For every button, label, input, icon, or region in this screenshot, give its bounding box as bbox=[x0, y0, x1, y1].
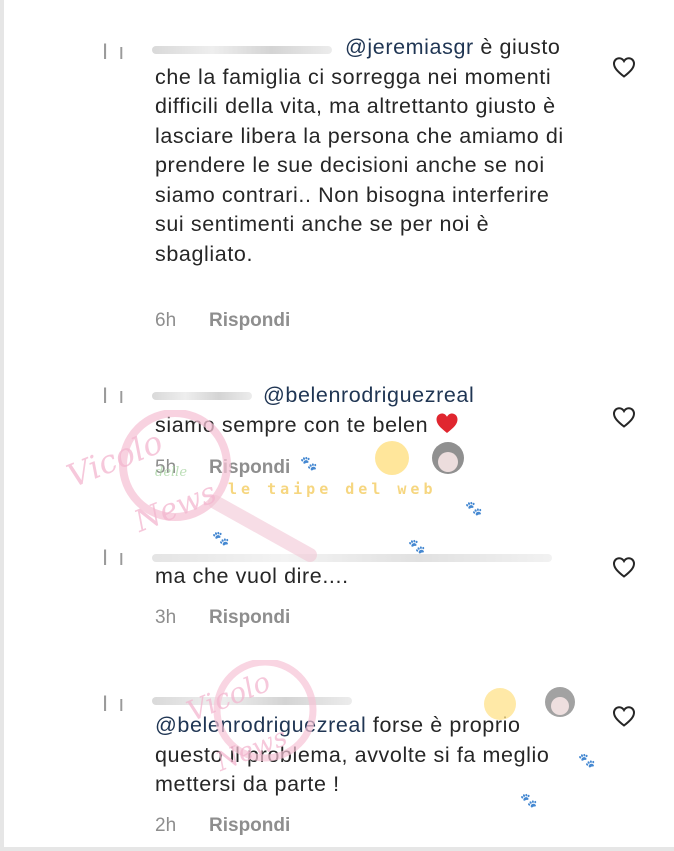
paw-icon: 🐾 bbox=[465, 500, 483, 516]
paw-icon: 🐾 bbox=[520, 792, 538, 808]
username-redacted bbox=[152, 554, 552, 562]
reply-button[interactable]: Rispondi bbox=[209, 607, 290, 628]
comment-text: @belenrodriguezreal bbox=[155, 381, 575, 411]
watermark-text: Vicolo bbox=[61, 422, 168, 496]
bottom-border bbox=[0, 847, 674, 851]
comment-meta: 3h Rispondi bbox=[155, 605, 290, 631]
watermark-banner: le taipe del web bbox=[228, 480, 437, 498]
comment-time: 5h bbox=[155, 457, 177, 478]
like-heart-icon[interactable] bbox=[612, 705, 636, 727]
comment-time: 2h bbox=[155, 815, 177, 836]
comment-meta: 6h Rispondi bbox=[155, 308, 290, 334]
paw-icon: 🐾 bbox=[300, 455, 318, 471]
like-heart-icon[interactable] bbox=[612, 406, 636, 428]
mention-link[interactable]: @jeremiasgr bbox=[345, 35, 474, 59]
comment-text: @belenrodriguezreal forse è proprio ques… bbox=[155, 711, 575, 800]
paw-icon: 🐾 bbox=[578, 752, 596, 768]
avatar: I ı bbox=[102, 545, 127, 570]
paw-icon: 🐾 bbox=[408, 538, 426, 554]
comment-time: 6h bbox=[155, 310, 177, 331]
comment-meta: 5h Rispondi bbox=[155, 455, 290, 481]
watermark-character-icon bbox=[370, 436, 480, 485]
mention-link[interactable]: @belenrodriguezreal bbox=[155, 713, 366, 737]
reply-button[interactable]: Rispondi bbox=[209, 815, 290, 836]
comment-text-line: siamo sempre con te belen bbox=[155, 411, 575, 443]
reply-button[interactable]: Rispondi bbox=[209, 310, 290, 331]
comment-body: ma che vuol dire.... bbox=[155, 564, 349, 588]
left-border bbox=[0, 0, 4, 851]
comment-body: siamo sempre con te belen bbox=[155, 413, 429, 437]
comment-body: è giusto che la famiglia ci sorregga nei… bbox=[155, 35, 564, 266]
like-heart-icon[interactable] bbox=[612, 56, 636, 78]
red-heart-emoji-icon bbox=[435, 412, 459, 443]
avatar: I ı bbox=[102, 383, 127, 408]
reply-button[interactable]: Rispondi bbox=[209, 457, 290, 478]
avatar: I ı bbox=[102, 691, 127, 716]
avatar: I ı bbox=[102, 39, 127, 64]
comments-screenshot: I ı @jeremiasgr è giusto che la famiglia… bbox=[0, 0, 674, 851]
like-heart-icon[interactable] bbox=[612, 556, 636, 578]
comment-text: @jeremiasgr è giusto che la famiglia ci … bbox=[155, 33, 575, 269]
username-redacted bbox=[152, 697, 352, 705]
comment-time: 3h bbox=[155, 607, 177, 628]
watermark-text: News bbox=[129, 475, 222, 540]
paw-icon: 🐾 bbox=[212, 530, 230, 546]
comment-meta: 2h Rispondi bbox=[155, 813, 290, 839]
mention-link[interactable]: @belenrodriguezreal bbox=[263, 383, 474, 407]
comment-text: ma che vuol dire.... bbox=[155, 562, 575, 592]
